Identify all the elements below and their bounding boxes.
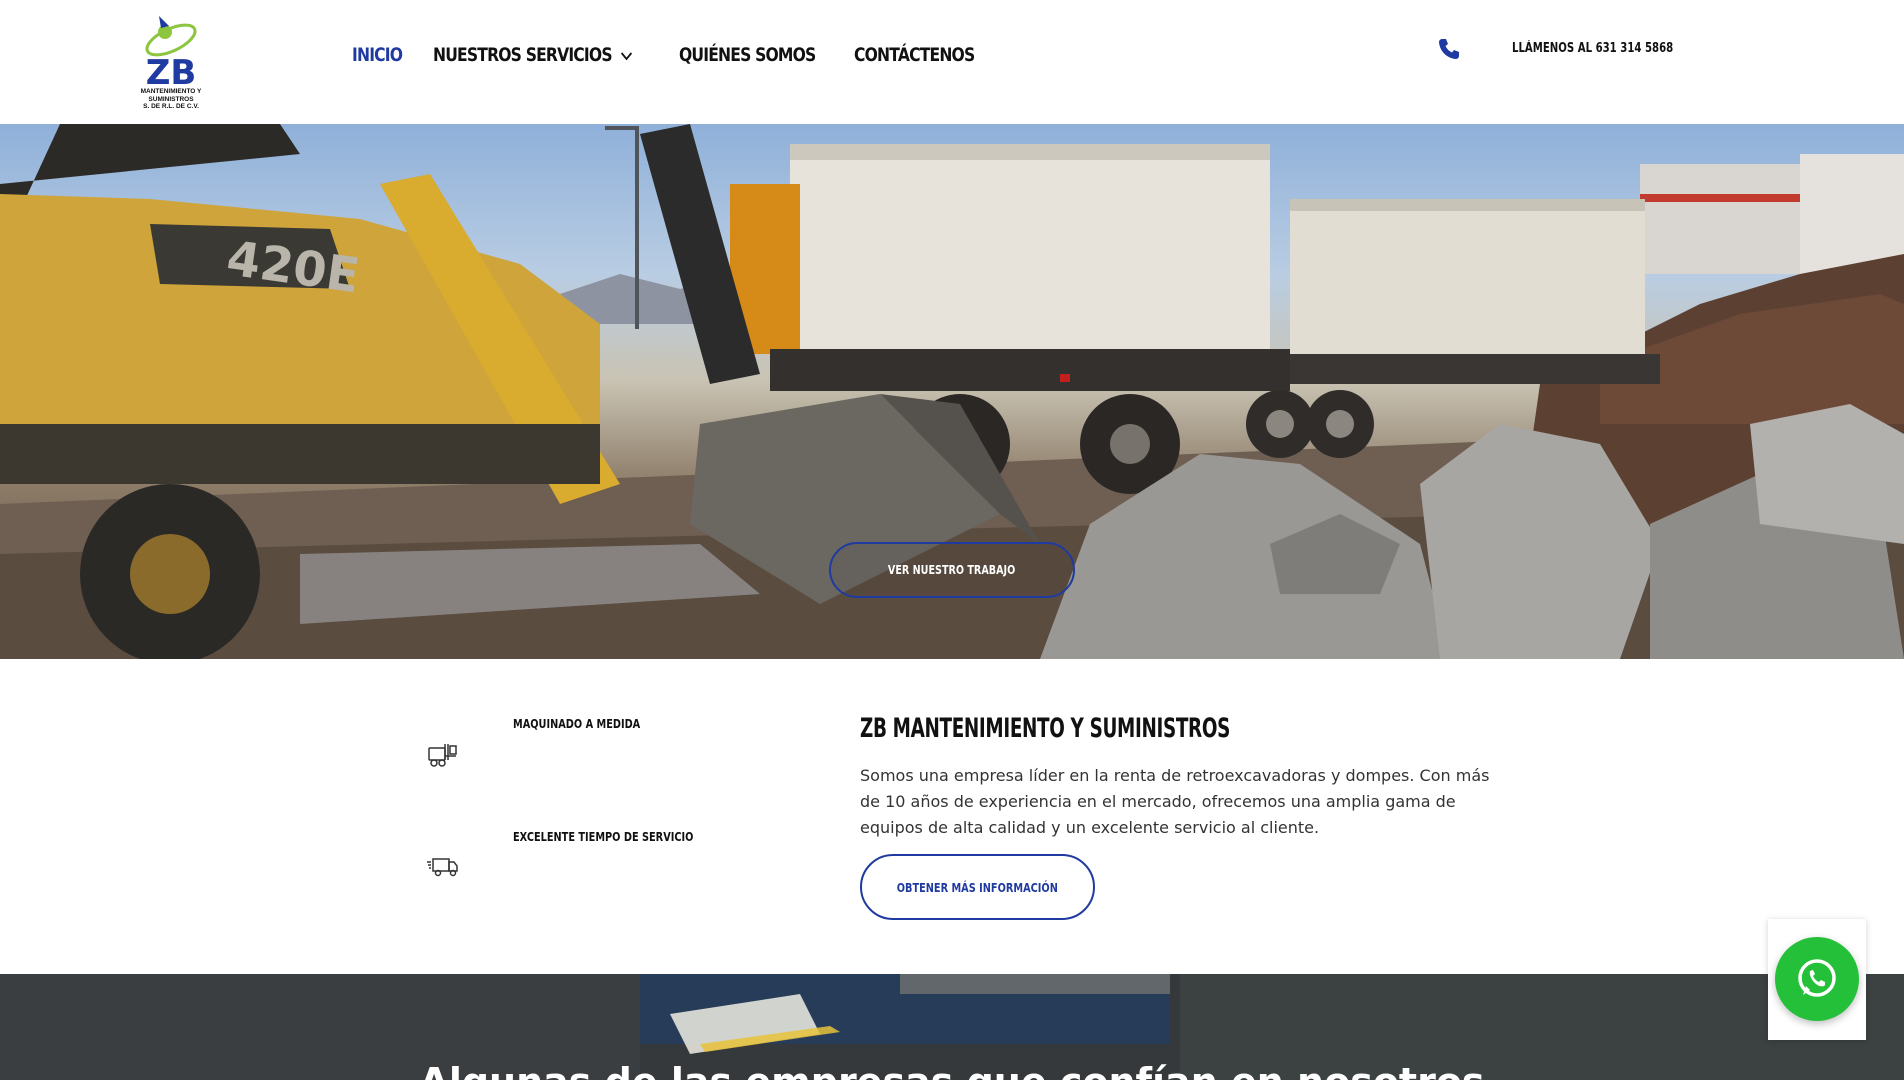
nav-item-label: NUESTROS SERVICIOS xyxy=(433,44,613,66)
about-description: Somos una empresa líder en la renta de r… xyxy=(860,766,1490,837)
whatsapp-button[interactable] xyxy=(1775,937,1859,1021)
nav-item-label: QUIÉNES SOMOS xyxy=(679,44,816,66)
site-header: ZB MANTENIMIENTO Y SUMINISTROS S. DE R.L… xyxy=(0,0,1904,124)
phone-icon[interactable] xyxy=(1437,37,1461,61)
chevron-down-icon xyxy=(620,44,633,66)
feature-title: EXCELENTE TIEMPO DE SERVICIO xyxy=(513,829,694,844)
forklift-icon xyxy=(426,736,460,770)
logo-caption-line1: MANTENIMIENTO Y SUMINISTROS xyxy=(140,88,202,103)
nav-item-contactenos[interactable]: CONTÁCTENOS xyxy=(853,44,975,66)
nav-item-quienes-somos[interactable]: QUIÉNES SOMOS xyxy=(679,44,816,66)
feature-item-tiempo-servicio: EXCELENTE TIEMPO DE SERVICIO xyxy=(426,829,786,899)
delivery-truck-icon xyxy=(426,849,460,883)
nav-item-inicio[interactable]: INICIO xyxy=(352,44,403,66)
about-title: ZB MANTENIMIENTO Y SUMINISTROS xyxy=(860,713,1230,744)
logo-mark-text: ZB xyxy=(146,53,197,90)
logo-caption-line2: S. DE R.L. DE C.V. xyxy=(143,103,199,110)
nav-item-nuestros-servicios[interactable]: NUESTROS SERVICIOS xyxy=(433,44,633,66)
nav-item-label: INICIO xyxy=(352,44,403,66)
hero-banner: 420E VER NUESTRO TRABAJO xyxy=(0,124,1904,659)
feature-item-maquinado: MAQUINADO A MEDIDA xyxy=(426,716,786,786)
phone-link[interactable]: LLÁMENOS AL 631 314 5868 xyxy=(1512,41,1673,56)
whatsapp-icon xyxy=(1798,959,1836,997)
feature-title: MAQUINADO A MEDIDA xyxy=(513,716,641,731)
clients-title: Algunas de las empresas que confían en n… xyxy=(0,1060,1904,1080)
logo-mark-icon: ZB xyxy=(145,16,197,93)
nav-item-label: CONTÁCTENOS xyxy=(853,44,975,66)
view-work-button[interactable]: VER NUESTRO TRABAJO xyxy=(829,542,1075,598)
company-logo[interactable]: ZB MANTENIMIENTO Y SUMINISTROS S. DE R.L… xyxy=(121,12,221,111)
logo-caption: MANTENIMIENTO Y SUMINISTROS S. DE R.L. D… xyxy=(121,88,221,111)
clients-section: Algunas de las empresas que confían en n… xyxy=(0,974,1904,1080)
more-info-button-label: OBTENER MÁS INFORMACIÓN xyxy=(896,879,1059,895)
main-nav: INICIO NUESTROS SERVICIOS QUIÉNES SOMOS … xyxy=(352,44,1030,66)
more-info-button[interactable]: OBTENER MÁS INFORMACIÓN xyxy=(860,854,1095,920)
view-work-button-label: VER NUESTRO TRABAJO xyxy=(888,563,1016,577)
